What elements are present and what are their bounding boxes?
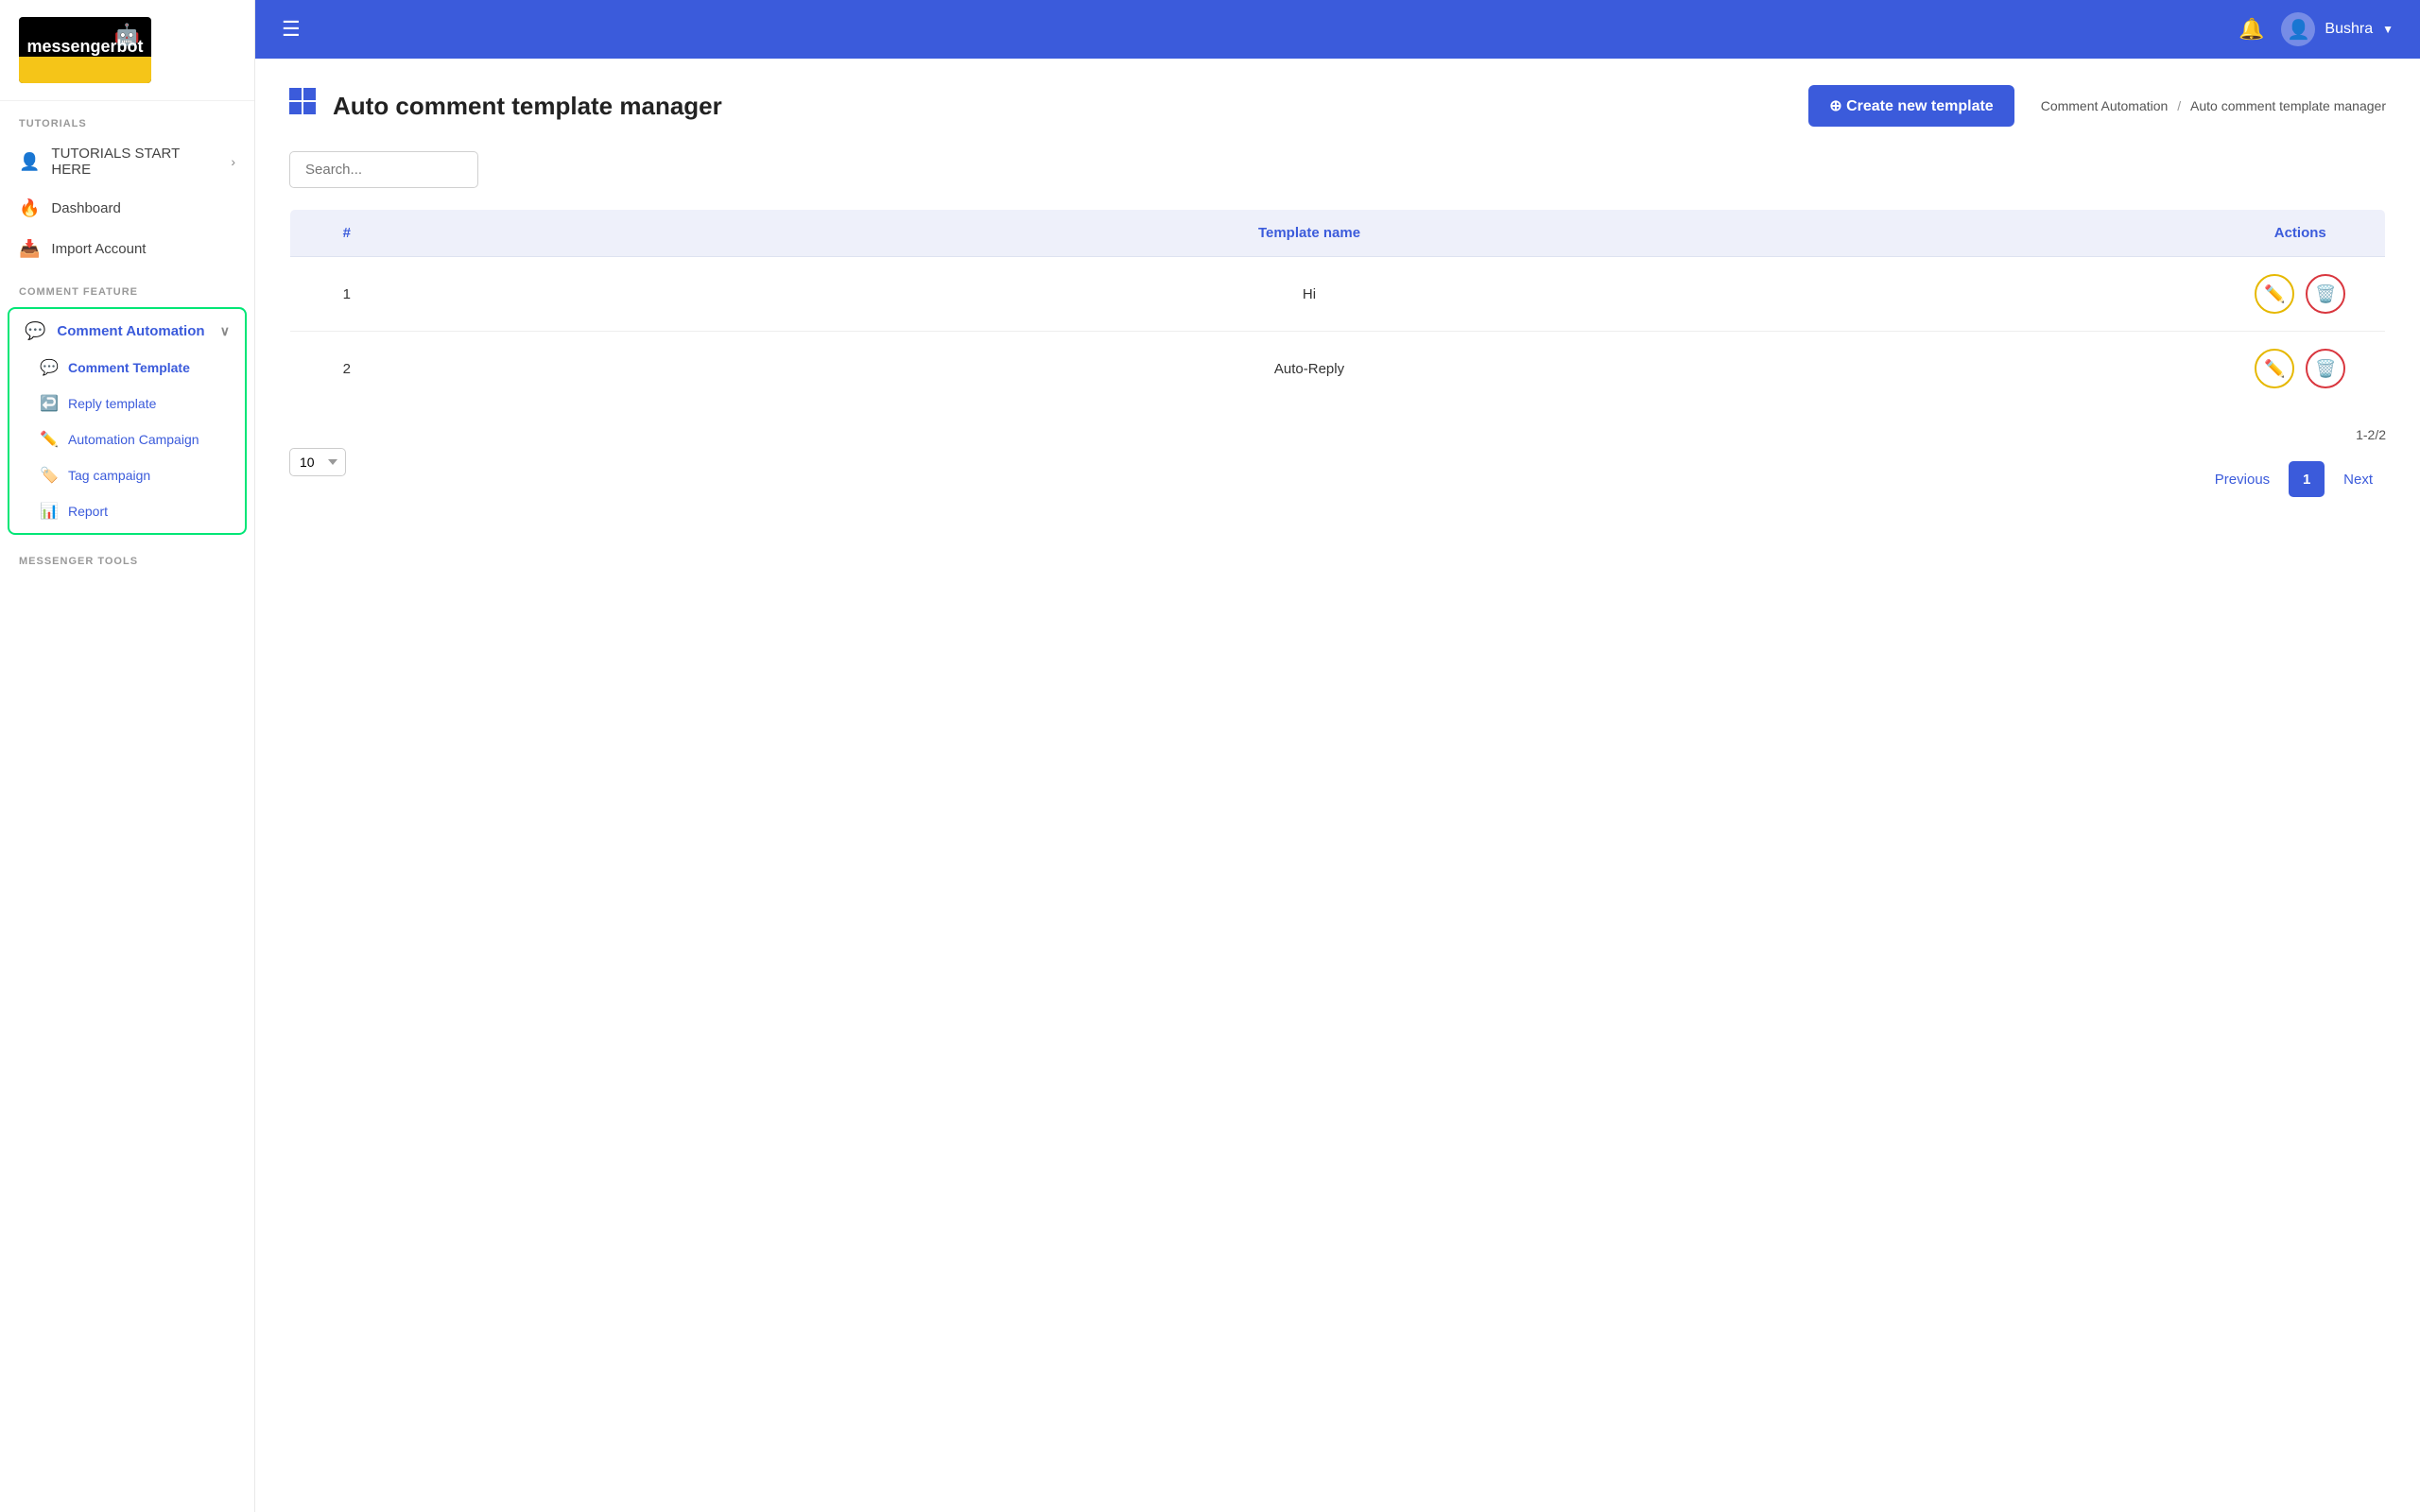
row-number: 1 — [290, 257, 404, 332]
col-header-number: # — [290, 210, 404, 257]
user-name: Bushra — [2325, 21, 2373, 38]
row-name: Hi — [404, 257, 2216, 332]
section-label-comment-feature: COMMENT FEATURE — [0, 269, 254, 303]
topbar-left: ☰ — [282, 17, 301, 42]
import-label: Import Account — [51, 241, 235, 257]
main-area: ☰ 🔔 👤 Bushra ▼ Auto comment templat — [255, 0, 2420, 1512]
table-row: 1 Hi ✏️ 🗑️ — [290, 257, 2386, 332]
comment-automation-icon: 💬 — [25, 321, 45, 341]
section-label-tutorials: TUTORIALS — [0, 101, 254, 135]
edit-button[interactable]: ✏️ — [2255, 274, 2294, 314]
reply-template-label: Reply template — [68, 396, 156, 411]
sidebar-item-dashboard[interactable]: 🔥 Dashboard — [0, 188, 254, 229]
page-1-button[interactable]: 1 — [2289, 461, 2325, 497]
previous-button[interactable]: Previous — [2202, 464, 2283, 495]
search-input[interactable] — [289, 151, 478, 188]
submenu-item-comment-template[interactable]: 💬 Comment Template — [9, 350, 245, 386]
edit-button[interactable]: ✏️ — [2255, 349, 2294, 388]
comment-automation-label: Comment Automation — [57, 323, 208, 339]
logo-text: messengerbot — [26, 37, 143, 57]
tag-campaign-label: Tag campaign — [68, 468, 150, 483]
automation-campaign-label: Automation Campaign — [68, 432, 199, 447]
breadcrumb: Comment Automation / Auto comment templa… — [2041, 98, 2386, 113]
page-title-icon — [289, 88, 320, 125]
submenu-item-report[interactable]: 📊 Report — [9, 493, 245, 529]
row-actions: ✏️ 🗑️ — [2216, 332, 2386, 406]
create-new-template-button[interactable]: ⊕ Create new template — [1808, 85, 2014, 127]
table-row: 2 Auto-Reply ✏️ 🗑️ — [290, 332, 2386, 406]
comment-automation-chevron: ∨ — [220, 323, 230, 339]
bell-icon[interactable]: 🔔 — [2238, 17, 2264, 42]
sidebar-item-tutorials-start[interactable]: 👤 TUTORIALS START HERE › — [0, 135, 254, 188]
topbar: ☰ 🔔 👤 Bushra ▼ — [255, 0, 2420, 59]
comment-template-icon: 💬 — [40, 358, 59, 377]
col-header-name: Template name — [404, 210, 2216, 257]
page-header-right: ⊕ Create new template Comment Automation… — [1808, 85, 2386, 127]
submenu-item-tag-campaign[interactable]: 🏷️ Tag campaign — [9, 457, 245, 493]
comment-template-label: Comment Template — [68, 360, 190, 375]
row-number: 2 — [290, 332, 404, 406]
submenu-item-reply-template[interactable]: ↩️ Reply template — [9, 386, 245, 421]
report-label: Report — [68, 504, 108, 519]
content-area: Auto comment template manager ⊕ Create n… — [255, 59, 2420, 1512]
user-avatar: 👤 — [2281, 12, 2315, 46]
templates-table: # Template name Actions 1 Hi ✏️ 🗑️ 2 Aut… — [289, 209, 2386, 406]
logo-area: messengerbot 🤖 — [0, 0, 254, 101]
section-label-messenger-tools: MESSENGER TOOLS — [0, 539, 254, 573]
pagination-nav: Previous 1 Next — [2202, 461, 2386, 497]
page-size-select[interactable]: 102550100 — [289, 448, 346, 476]
page-header: Auto comment template manager ⊕ Create n… — [289, 85, 2386, 127]
row-actions: ✏️ 🗑️ — [2216, 257, 2386, 332]
dashboard-label: Dashboard — [51, 200, 235, 216]
sidebar-item-import-account[interactable]: 📥 Import Account — [0, 229, 254, 269]
sidebar-item-comment-automation[interactable]: 💬 Comment Automation ∨ — [9, 313, 245, 350]
delete-button[interactable]: 🗑️ — [2306, 274, 2345, 314]
user-avatar-icon: 👤 — [2287, 18, 2310, 42]
bottom-row: 102550100 1-2/2 Previous 1 Next — [289, 427, 2386, 497]
import-icon: 📥 — [19, 239, 40, 259]
col-header-actions: Actions — [2216, 210, 2386, 257]
automation-campaign-icon: ✏️ — [40, 430, 59, 449]
reply-template-icon: ↩️ — [40, 394, 59, 413]
tag-campaign-icon: 🏷️ — [40, 466, 59, 485]
user-dropdown-arrow: ▼ — [2382, 23, 2394, 36]
user-area[interactable]: 👤 Bushra ▼ — [2281, 12, 2394, 46]
delete-button[interactable]: 🗑️ — [2306, 349, 2345, 388]
comment-automation-box: 💬 Comment Automation ∨ 💬 Comment Templat… — [8, 307, 247, 535]
topbar-right: 🔔 👤 Bushra ▼ — [2238, 12, 2394, 46]
breadcrumb-part2: Auto comment template manager — [2190, 98, 2386, 113]
search-bar — [289, 151, 2386, 188]
row-name: Auto-Reply — [404, 332, 2216, 406]
sidebar: messengerbot 🤖 TUTORIALS 👤 TUTORIALS STA… — [0, 0, 255, 1512]
page-title-area: Auto comment template manager — [289, 88, 722, 125]
content-inner: Auto comment template manager ⊕ Create n… — [255, 59, 2420, 1512]
tutorials-icon: 👤 — [19, 152, 40, 172]
breadcrumb-part1: Comment Automation — [2041, 98, 2169, 113]
logo-image: messengerbot 🤖 — [19, 17, 151, 83]
page-title: Auto comment template manager — [333, 92, 722, 121]
breadcrumb-sep: / — [2177, 98, 2185, 113]
submenu-item-automation-campaign[interactable]: ✏️ Automation Campaign — [9, 421, 245, 457]
tutorials-label: TUTORIALS START HERE — [51, 146, 219, 178]
report-icon: 📊 — [40, 502, 59, 521]
dashboard-icon: 🔥 — [19, 198, 40, 218]
page-size-area: 102550100 — [289, 448, 346, 476]
next-button[interactable]: Next — [2330, 464, 2386, 495]
page-count: 1-2/2 — [2202, 427, 2386, 442]
chevron-icon: › — [231, 154, 235, 169]
hamburger-icon[interactable]: ☰ — [282, 17, 301, 42]
